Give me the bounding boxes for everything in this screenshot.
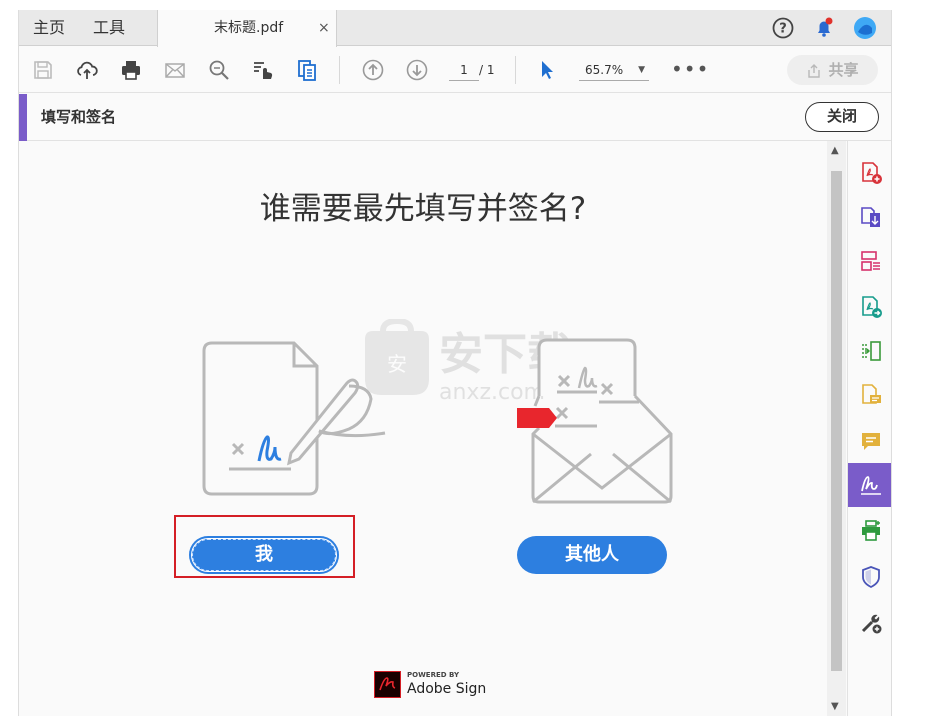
tool-accent-bar <box>19 94 27 141</box>
page-up-icon[interactable] <box>361 58 385 82</box>
save-icon[interactable] <box>31 58 55 82</box>
zoom-select[interactable]: 65.7% ▼ <box>579 59 649 81</box>
document-tab[interactable]: 末标题.pdf × <box>157 10 337 47</box>
export-pdf-icon <box>861 207 880 227</box>
create-pdf-icon <box>862 162 882 184</box>
toolbar-separator <box>339 56 340 84</box>
more-tools-button[interactable]: ••• <box>671 57 709 81</box>
notification-bell-icon[interactable] <box>812 16 836 40</box>
right-tools-panel <box>847 141 891 716</box>
others-button[interactable]: 其他人 <box>517 536 667 574</box>
focus-ring <box>192 539 336 571</box>
print-production-tool[interactable] <box>848 509 891 553</box>
send-for-comments-icon <box>862 384 881 404</box>
svg-text:?: ? <box>779 22 787 37</box>
combine-files-tool[interactable] <box>848 285 891 329</box>
more-tools-tool[interactable] <box>848 601 891 645</box>
vertical-scrollbar[interactable]: ▲ ▼ <box>827 141 846 716</box>
fill-sign-tool[interactable] <box>848 463 891 507</box>
more-tools-icon <box>861 614 882 634</box>
main-toolbar: 1 / 1 65.7% ▼ ••• 共享 <box>19 47 891 93</box>
help-icon[interactable]: ? <box>771 16 795 40</box>
fill-sign-content: 谁需要最先填写并签名? 安 安下载 anxz.com 我 其他人 POWERED… <box>19 141 827 716</box>
edit-pdf-tool[interactable] <box>848 329 891 373</box>
watermark-badge-text: 安 <box>387 352 407 376</box>
find-icon[interactable] <box>207 58 231 82</box>
adobe-sign-logo-icon <box>374 671 401 698</box>
user-avatar-icon[interactable] <box>853 16 877 40</box>
tools-tab[interactable]: 工具 <box>93 10 125 46</box>
document-tab-close-button[interactable]: × <box>318 10 330 46</box>
share-label: 共享 <box>828 61 859 79</box>
page-heading: 谁需要最先填写并签名? <box>259 191 587 227</box>
chevron-down-icon: ▼ <box>638 65 645 75</box>
tab-bar: 主页 工具 末标题.pdf × ? <box>19 10 891 47</box>
home-tab[interactable]: 主页 <box>33 10 65 46</box>
comment-icon <box>862 433 880 450</box>
print-icon[interactable] <box>119 58 143 82</box>
close-tool-button[interactable]: 关闭 <box>805 102 879 132</box>
combine-files-icon <box>862 296 882 318</box>
adobe-sign-label: Adobe Sign <box>407 681 487 697</box>
fill-sign-header: 填写和签名 关闭 <box>19 94 891 141</box>
create-pdf-tool[interactable] <box>848 151 891 195</box>
page-total-label: / 1 <box>479 63 495 77</box>
protect-tool[interactable] <box>848 555 891 599</box>
me-button[interactable]: 我 <box>189 536 339 574</box>
email-icon[interactable] <box>163 58 187 82</box>
powered-by-label: POWERED BY <box>407 671 460 679</box>
page-down-icon[interactable] <box>405 58 429 82</box>
scroll-thumb[interactable] <box>831 171 842 671</box>
share-icon <box>808 63 821 78</box>
document-tab-title: 末标题.pdf <box>214 20 284 36</box>
organize-pages-tool[interactable] <box>848 239 891 283</box>
scroll-down-icon[interactable]: ▼ <box>831 701 839 712</box>
share-button[interactable]: 共享 <box>787 55 878 85</box>
print-production-icon <box>862 520 880 541</box>
select-cursor-icon[interactable] <box>535 58 559 82</box>
tool-title: 填写和签名 <box>41 108 117 126</box>
cloud-upload-icon[interactable] <box>75 58 99 82</box>
acrobat-window: 主页 工具 末标题.pdf × ? 1 / 1 65.7% ▼ ••• 共享 填… <box>18 10 892 716</box>
send-envelope-illustration <box>517 338 673 504</box>
fill-sign-icon <box>861 476 881 495</box>
toolbar-separator <box>515 56 516 84</box>
zoom-value: 65.7% <box>585 63 624 77</box>
scroll-up-icon[interactable]: ▲ <box>831 145 839 156</box>
protect-icon <box>862 566 880 589</box>
touch-mode-icon[interactable] <box>251 58 275 82</box>
page-number-input[interactable]: 1 <box>449 59 479 81</box>
organize-pages-icon <box>861 251 880 271</box>
organize-pages-icon[interactable] <box>295 58 319 82</box>
send-for-comments-tool[interactable] <box>848 373 891 417</box>
export-pdf-tool[interactable] <box>848 195 891 239</box>
comment-tool[interactable] <box>848 419 891 463</box>
edit-pdf-icon <box>862 341 881 361</box>
